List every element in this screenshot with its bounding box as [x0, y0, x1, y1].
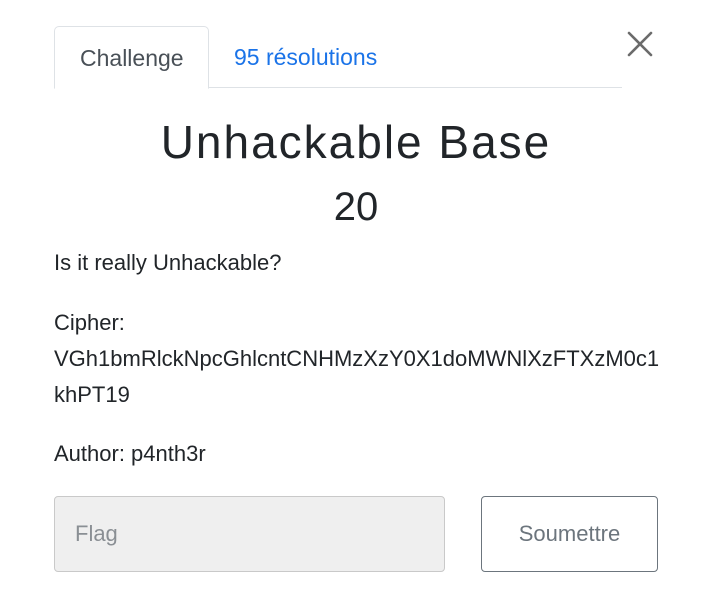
close-icon	[620, 24, 660, 64]
cipher-label: Cipher:	[54, 310, 125, 335]
challenge-description: Is it really Unhackable?	[54, 250, 282, 275]
cipher-value: VGh1bmRlckNpcGhlcntCNHMzXzY0X1doMWNlXzFT…	[54, 346, 660, 407]
challenge-modal: Challenge 95 résolutions Unhackable Base…	[0, 0, 712, 592]
challenge-points: 20	[333, 185, 379, 229]
cipher-block: Cipher: VGh1bmRlckNpcGhlcntCNHMzXzY0X1do…	[54, 305, 664, 413]
tab-challenge-label: Challenge	[80, 45, 184, 71]
tab-challenge[interactable]: Challenge	[54, 26, 209, 89]
challenge-author: Author: p4nth3r	[54, 441, 206, 466]
tab-solves[interactable]: 95 résolutions	[209, 26, 402, 88]
challenge-title: Unhackable Base	[160, 116, 552, 168]
close-button[interactable]	[620, 24, 660, 64]
challenge-tabs: Challenge 95 résolutions	[54, 26, 622, 89]
flag-input[interactable]	[54, 496, 445, 572]
tab-solves-label: 95 résolutions	[234, 44, 378, 70]
submit-button[interactable]: Soumettre	[481, 496, 658, 572]
